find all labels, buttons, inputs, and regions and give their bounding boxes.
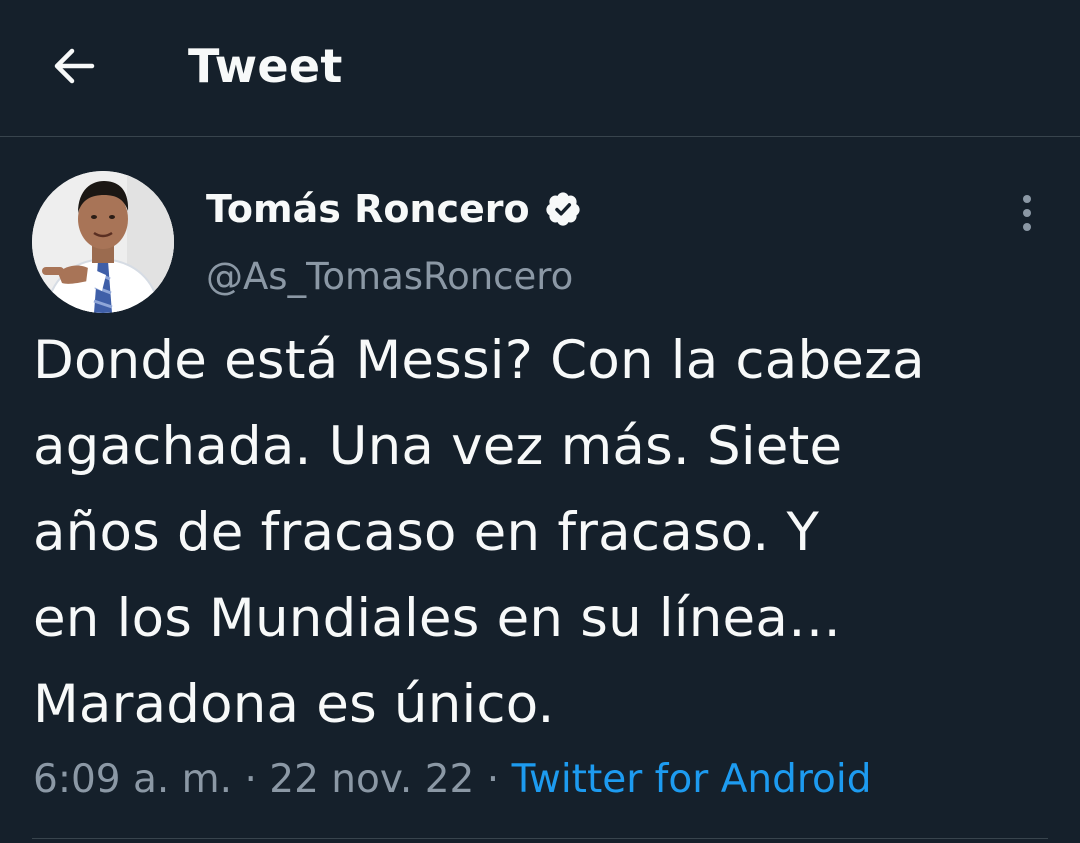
- tweet-text-line: años de fracaso en fracaso. Y: [33, 502, 820, 563]
- tweet-text-line: agachada. Una vez más. Siete: [33, 416, 843, 477]
- tweet-source-link[interactable]: Twitter for Android: [512, 757, 872, 802]
- author-handle[interactable]: @As_TomasRoncero: [206, 250, 573, 304]
- tweet-text-line: Maradona es único.: [33, 674, 555, 735]
- tweet-date[interactable]: 22 nov. 22: [269, 757, 474, 802]
- verified-badge-icon: [544, 190, 582, 228]
- separator-dot: ·: [244, 757, 257, 802]
- tweet-time[interactable]: 6:09 a. m.: [33, 757, 232, 802]
- avatar[interactable]: [32, 171, 174, 313]
- more-options-button[interactable]: [1000, 186, 1054, 240]
- page-title: Tweet: [188, 39, 343, 93]
- more-vertical-icon: [1023, 195, 1031, 231]
- arrow-left-icon: [54, 48, 95, 84]
- avatar-photo: [32, 171, 174, 313]
- author-display-name: Tomás Roncero: [206, 187, 530, 231]
- tweet-text: Donde está Messi? Con la cabeza agachada…: [33, 318, 1043, 748]
- back-button[interactable]: [40, 32, 108, 100]
- tweet-metadata: 6:09 a. m. · 22 nov. 22 · Twitter for An…: [33, 752, 872, 808]
- author-name[interactable]: Tomás Roncero: [206, 182, 582, 236]
- divider: [32, 838, 1048, 839]
- top-bar: Tweet: [0, 0, 1080, 137]
- tweet-text-line: en los Mundiales en su línea…: [33, 588, 842, 649]
- tweet-text-line: Donde está Messi? Con la cabeza: [33, 330, 925, 391]
- separator-dot: ·: [486, 757, 500, 802]
